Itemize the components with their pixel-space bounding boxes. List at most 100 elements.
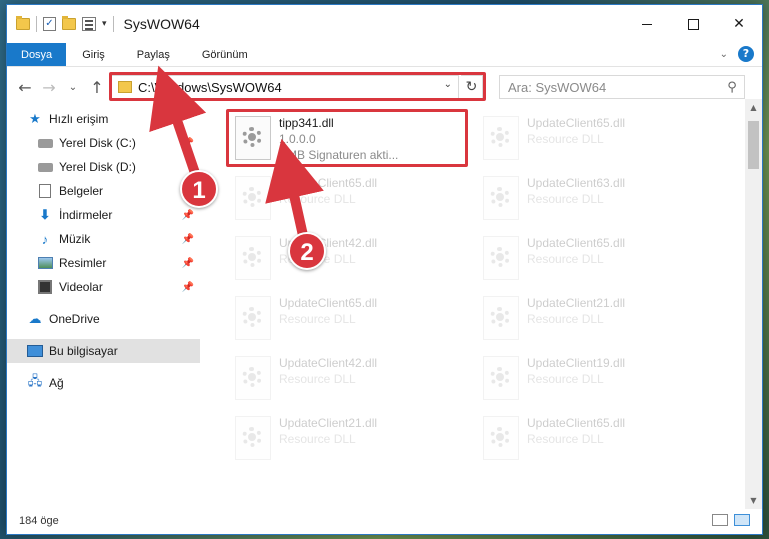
file-item[interactable]: UpdateClient19.dll Resource DLL: [477, 351, 707, 407]
file-type: Resource DLL: [527, 252, 604, 266]
dll-file-icon: [483, 176, 519, 220]
scrollbar-thumb[interactable]: [748, 121, 759, 169]
file-item[interactable]: UpdateClient21.dll Resource DLL: [477, 291, 707, 347]
tab-home[interactable]: Giriş: [66, 43, 121, 66]
file-type: Resource DLL: [279, 432, 356, 446]
file-item[interactable]: UpdateClient65.dll Resource DLL: [477, 111, 707, 167]
title-bar: ✓ ▾ SysWOW64 ✕: [7, 5, 762, 43]
toolbar-divider: [112, 16, 114, 32]
file-item[interactable]: UpdateClient65.dll Resource DLL: [229, 291, 459, 347]
file-item[interactable]: UpdateClient21.dll Resource DLL: [229, 411, 459, 467]
sidebar-item-label: Resimler: [59, 256, 107, 270]
sidebar-item-label: Bu bilgisayar: [49, 344, 118, 358]
dll-file-icon: [235, 176, 271, 220]
ribbon-tabs: Dosya Giriş Paylaş Görünüm ⌄ ?: [7, 43, 762, 67]
sidebar-item-music[interactable]: ♪ Müzik 📌: [7, 227, 200, 251]
sidebar-item-documents[interactable]: Belgeler 📌: [7, 179, 200, 203]
file-item[interactable]: UpdateClient65.dll Resource DLL: [229, 171, 459, 227]
tab-share[interactable]: Paylaş: [121, 43, 186, 66]
file-name: UpdateClient65.dll: [279, 296, 378, 310]
sidebar-item-pictures[interactable]: Resimler 📌: [7, 251, 200, 275]
file-item[interactable]: UpdateClient42.dllResource DLL: [229, 351, 459, 407]
dll-file-icon: [235, 296, 271, 340]
tab-view[interactable]: Görünüm: [186, 43, 264, 66]
search-box[interactable]: Ara: SysWOW64 ⚲: [499, 75, 745, 99]
scroll-down-icon[interactable]: ▼: [745, 492, 762, 509]
window-controls: ✕: [624, 5, 762, 43]
file-item[interactable]: UpdateClient65.dll Resource DLL: [477, 411, 707, 467]
file-name: UpdateClient21.dll: [527, 296, 626, 310]
sidebar-item-downloads[interactable]: ⬇ İndirmeler 📌: [7, 203, 200, 227]
status-bar: 184 öge: [7, 508, 762, 534]
recent-locations-icon[interactable]: ⌄: [61, 82, 85, 93]
file-type: Resource DLL: [279, 372, 356, 386]
file-item[interactable]: UpdateClient65.dll Resource DLL: [477, 231, 707, 287]
window-title: SysWOW64: [123, 16, 200, 32]
back-arrow-icon[interactable]: ←: [13, 78, 37, 97]
file-item[interactable]: UpdateClient63.dll Resource DLL: [477, 171, 707, 227]
tab-file[interactable]: Dosya: [7, 43, 67, 66]
disk-icon: [37, 136, 53, 150]
dll-file-icon: [483, 296, 519, 340]
file-item[interactable]: UpdateClient42.dllResource DLL: [229, 231, 459, 287]
sidebar-item-videos[interactable]: Videolar 📌: [7, 275, 200, 299]
new-folder-icon[interactable]: [62, 16, 76, 30]
file-list: tipp341.dll 1.0.0.0 SMB Signaturen akti.…: [207, 107, 737, 507]
dll-file-icon: [483, 416, 519, 460]
search-icon[interactable]: ⚲: [720, 80, 744, 95]
sidebar-item-disk-d[interactable]: Yerel Disk (D:): [7, 155, 200, 179]
pin-icon[interactable]: 📌: [182, 234, 194, 245]
file-highlight-box: [226, 109, 468, 167]
sidebar-item-label: OneDrive: [49, 312, 100, 326]
minimize-icon: [642, 23, 652, 25]
sidebar-item-label: Yerel Disk (D:): [59, 160, 136, 174]
quick-access-toolbar: ✓ ▾: [16, 16, 114, 32]
up-arrow-icon[interactable]: ↑: [85, 78, 109, 97]
close-button[interactable]: ✕: [716, 5, 762, 43]
sidebar-item-label: Ağ: [49, 376, 64, 390]
videos-icon: [37, 280, 53, 294]
file-type: Resource DLL: [527, 372, 604, 386]
details-view-icon[interactable]: [712, 514, 728, 526]
file-name: UpdateClient19.dll: [527, 356, 626, 370]
maximize-button[interactable]: [670, 5, 716, 43]
help-icon[interactable]: ?: [738, 46, 754, 62]
minimize-button[interactable]: [624, 5, 670, 43]
scroll-up-icon[interactable]: ▲: [745, 99, 762, 116]
view-toggle: [712, 514, 750, 526]
pin-icon[interactable]: 📌: [182, 282, 194, 293]
properties-icon[interactable]: [82, 17, 96, 31]
disk-icon: [37, 160, 53, 174]
downloads-icon: ⬇: [39, 207, 51, 222]
forward-arrow-icon[interactable]: →: [37, 78, 61, 97]
pin-icon[interactable]: 📌: [182, 258, 194, 269]
pin-icon[interactable]: 📌: [182, 210, 194, 221]
vertical-scrollbar[interactable]: ▲ ▼: [745, 99, 762, 509]
file-name: UpdateClient63.dll: [527, 176, 626, 190]
dll-file-icon: [235, 236, 271, 280]
documents-icon: [37, 184, 53, 198]
expand-ribbon-icon[interactable]: ⌄: [720, 49, 728, 60]
sidebar-item-quick-access[interactable]: ★ Hızlı erişim: [7, 107, 200, 131]
file-type: Resource DLL: [527, 192, 604, 206]
pin-icon[interactable]: 📌: [182, 138, 194, 149]
customize-toolbar-arrow-icon[interactable]: ▾: [102, 19, 107, 29]
music-icon: ♪: [41, 231, 49, 247]
folder-icon[interactable]: [16, 16, 30, 30]
file-type: Resource DLL: [527, 132, 604, 146]
file-type: Resource DLL: [527, 432, 604, 446]
item-count: 184 öge: [19, 515, 59, 527]
sidebar-item-network[interactable]: 🖧 Ağ: [7, 371, 200, 395]
file-name: UpdateClient65.dll: [527, 116, 626, 130]
sidebar-item-disk-c[interactable]: Yerel Disk (C:) 📌: [7, 131, 200, 155]
address-highlight-box: [109, 72, 486, 101]
sidebar-item-onedrive[interactable]: ☁ OneDrive: [7, 307, 200, 331]
sidebar-item-this-pc[interactable]: Bu bilgisayar: [7, 339, 200, 363]
sidebar-item-label: İndirmeler: [59, 208, 113, 222]
search-input[interactable]: Ara: SysWOW64: [508, 80, 720, 95]
dll-file-icon: [483, 356, 519, 400]
large-icons-view-icon[interactable]: [734, 514, 750, 526]
check-icon[interactable]: ✓: [43, 17, 56, 31]
